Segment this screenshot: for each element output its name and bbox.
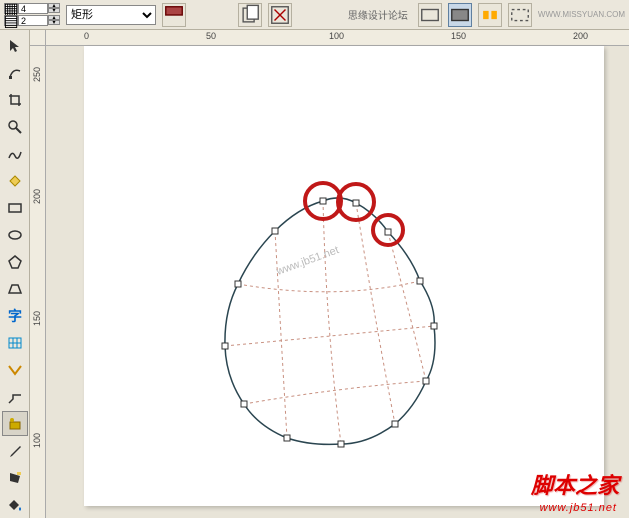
header-url: WWW.MISSYUAN.COM <box>538 10 625 19</box>
grid-rows-input[interactable] <box>18 15 48 26</box>
smartfill-tool[interactable] <box>2 168 28 193</box>
highlight-circles <box>305 183 403 245</box>
connector-tool[interactable] <box>2 384 28 409</box>
table-tool[interactable] <box>2 330 28 355</box>
stepper-down[interactable]: ▾ <box>48 20 60 25</box>
vertical-ruler[interactable]: 250 200 150 100 <box>30 46 46 518</box>
ruler-tick: 200 <box>32 189 42 204</box>
shape-node[interactable] <box>272 228 278 234</box>
ellipse-tool[interactable] <box>2 222 28 247</box>
header-label: 思缘设计论坛 <box>348 7 408 22</box>
shape-tool[interactable] <box>2 60 28 85</box>
brand-url: www.jb51.net <box>540 502 617 514</box>
rectangle-tool[interactable] <box>2 195 28 220</box>
canvas-area: 0 50 100 150 200 250 200 150 100 www.jb51.net 脚… <box>30 30 629 518</box>
shape-node[interactable] <box>241 401 247 407</box>
text-tool[interactable]: 字 <box>2 303 28 328</box>
shape-node[interactable] <box>431 323 437 329</box>
shape-node[interactable] <box>392 421 398 427</box>
shape-node[interactable] <box>417 278 423 284</box>
eyedropper-tool[interactable] <box>2 438 28 463</box>
dimension-tool[interactable] <box>2 357 28 382</box>
nodes[interactable] <box>222 198 437 447</box>
shape-node[interactable] <box>423 378 429 384</box>
shape-node[interactable] <box>385 229 391 235</box>
freehand-tool[interactable] <box>2 141 28 166</box>
preset-button[interactable] <box>162 3 186 27</box>
ruler-origin[interactable] <box>30 30 46 46</box>
outline-tool[interactable] <box>2 465 28 490</box>
zoom-tool[interactable] <box>2 114 28 139</box>
fill-tool[interactable] <box>2 492 28 517</box>
basic-shapes-tool[interactable] <box>2 276 28 301</box>
grid-steppers: ▦ ▴▾ ▤ ▴▾ <box>4 3 60 26</box>
grid-cols-input[interactable] <box>18 3 48 14</box>
polygon-tool[interactable] <box>2 249 28 274</box>
toolbox: 字 <box>0 30 30 518</box>
ruler-tick: 100 <box>32 433 42 448</box>
grid-icon: ▤ <box>4 15 18 26</box>
ruler-tick: 150 <box>451 31 466 41</box>
brand-logo: 脚本之家 <box>531 468 619 500</box>
shape-node[interactable] <box>235 281 241 287</box>
ruler-tick: 100 <box>329 31 344 41</box>
grid-rows-stepper[interactable]: ▤ ▴▾ <box>4 15 60 26</box>
ruler-tick: 150 <box>32 311 42 326</box>
horizontal-ruler[interactable]: 0 50 100 150 200 <box>46 30 629 46</box>
shape-node[interactable] <box>353 200 359 206</box>
ruler-tick: 250 <box>32 67 42 82</box>
ruler-tick: 200 <box>573 31 588 41</box>
shape-node[interactable] <box>222 343 228 349</box>
drawing-canvas[interactable] <box>46 46 626 516</box>
ruler-tick: 0 <box>84 31 89 41</box>
pick-tool[interactable] <box>2 33 28 58</box>
wrap-option-4[interactable] <box>508 3 532 27</box>
ruler-tick: 50 <box>206 31 216 41</box>
copy-mesh-button[interactable] <box>238 3 262 27</box>
wrap-option-1[interactable] <box>418 3 442 27</box>
shape-node[interactable] <box>284 435 290 441</box>
options-bar: ▦ ▴▾ ▤ ▴▾ 矩形 思缘设计论坛 WWW.MISSYUAN.COM <box>0 0 629 30</box>
crop-tool[interactable] <box>2 87 28 112</box>
shape-dropdown[interactable]: 矩形 <box>66 5 156 25</box>
shape-node[interactable] <box>320 198 326 204</box>
wrap-option-3[interactable] <box>478 3 502 27</box>
wrap-option-2[interactable] <box>448 3 472 27</box>
interactive-tool[interactable] <box>2 411 28 436</box>
clear-mesh-button[interactable] <box>268 3 292 27</box>
stepper-down[interactable]: ▾ <box>48 8 60 13</box>
shape-node[interactable] <box>338 441 344 447</box>
